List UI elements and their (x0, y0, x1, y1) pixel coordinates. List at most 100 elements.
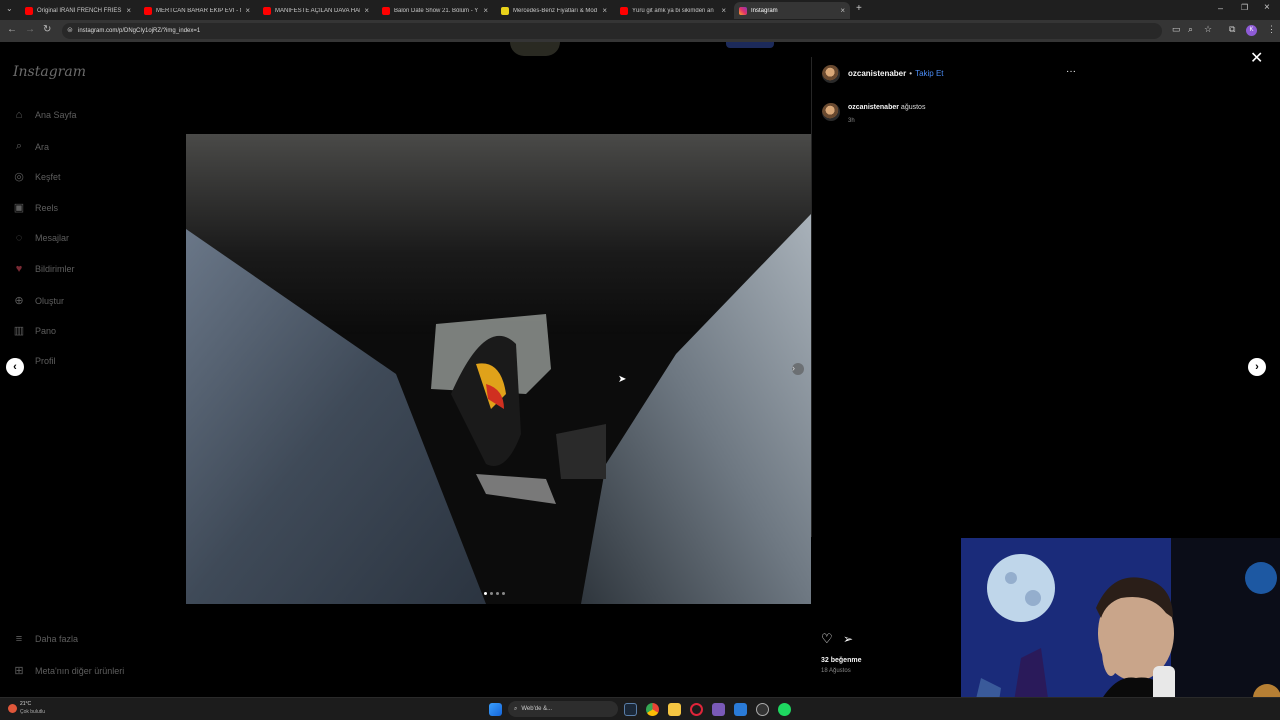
weather-temp: 21°C (20, 701, 32, 707)
sidebar-item-label: Oluştur (35, 295, 65, 306)
reload-icon[interactable]: ↻ (43, 24, 51, 35)
previous-post-button[interactable]: ‹ (6, 358, 24, 376)
extensions-icon[interactable]: ⧉ (1229, 24, 1235, 35)
caption-avatar[interactable] (822, 103, 840, 121)
author-username[interactable]: ozcanistenaber (848, 69, 906, 78)
background-profile-header (480, 42, 800, 56)
url-field[interactable]: ⊜ instagram.com/p/DNgCIy1ojRZ/?img_index… (62, 23, 1162, 39)
youtube-icon (144, 6, 152, 15)
windows-taskbar: 21°C Çok bulutlu ⌕ Web'de &... (0, 697, 1280, 720)
forward-icon[interactable]: → (25, 24, 35, 35)
sidebar-item-create[interactable]: ⊕ Oluştur (12, 294, 64, 307)
close-tab-icon[interactable]: × (602, 6, 607, 15)
sidebar-item-reels[interactable]: ▣ Reels (12, 201, 58, 214)
browser-tab-active[interactable]: Instagram × (734, 2, 850, 19)
post-actions: ♡ ➢ 32 beğenme 18 Ağustos (811, 537, 961, 683)
tab-label: Mercedes-Benz Fiyatları & Mod (513, 7, 598, 14)
search-label: Web'de &... (521, 706, 553, 712)
caption-username[interactable]: ozcanistenaber (848, 104, 899, 111)
close-tab-icon[interactable]: × (721, 6, 726, 15)
bookmark-star-icon[interactable]: ☆ (1204, 24, 1212, 35)
sidebar-item-search[interactable]: ⌕ Ara (12, 140, 49, 153)
sidebar-item-notifications[interactable]: ♥ Bildirimler (12, 263, 75, 275)
weather-widget[interactable]: 21°C Çok bulutlu (8, 700, 45, 716)
browser-tab[interactable]: Original IRANI FRENCH FRIES 🍟 × (20, 2, 136, 19)
sidebar-item-label: Daha fazla (35, 634, 79, 644)
browser-tab[interactable]: Yürü git amk ya bi sikimden an × (615, 2, 731, 19)
close-tab-icon[interactable]: × (245, 6, 250, 15)
browser-tab[interactable]: MANİFESTE AÇILAN DAVA HAK × (258, 2, 374, 19)
post-date: 18 Ağustos (821, 668, 851, 674)
close-tab-icon[interactable]: × (364, 6, 369, 15)
sidebar-item-messages[interactable]: ◌ Mesajlar (12, 232, 69, 244)
tab-label: MANİFESTE AÇILAN DAVA HAK (275, 7, 361, 14)
sidebar-item-more[interactable]: ≡ Daha fazla (12, 633, 78, 645)
image-next-icon[interactable]: › (792, 363, 795, 373)
browser-tab[interactable]: Balon Date Show 21. Bölüm - Y × (377, 2, 493, 19)
mail-icon[interactable] (734, 703, 747, 716)
explore-icon: ◎ (14, 171, 24, 183)
site-info-icon[interactable]: ⊜ (67, 26, 73, 34)
instagram-sidebar: Instagram ⌂ Ana Sayfa ⌕ Ara ◎ Keşfet ▣ Reels… (0, 42, 185, 697)
home-icon: ⌂ (15, 109, 23, 121)
share-send-icon[interactable]: ➢ (843, 632, 853, 646)
sidebar-item-label: Keşfet (35, 171, 61, 182)
like-heart-icon[interactable]: ♡ (821, 631, 833, 647)
likes-count[interactable]: 32 beğenme (821, 657, 861, 664)
zoom-icon[interactable]: ⌕ (1188, 24, 1193, 35)
instagram-logo[interactable]: Instagram (13, 64, 86, 80)
carousel-dots (484, 592, 505, 595)
windows-start-icon[interactable] (489, 703, 502, 716)
minimize-icon[interactable]: – (1218, 3, 1223, 13)
obs-icon[interactable] (756, 703, 769, 716)
sidebar-item-explore[interactable]: ◎ Keşfet (12, 170, 61, 183)
sidebar-item-label: Pano (35, 325, 57, 336)
messages-icon: ◌ (15, 232, 23, 244)
close-window-icon[interactable]: × (1264, 2, 1270, 13)
new-tab-icon[interactable]: + (856, 3, 862, 14)
youtube-icon (620, 6, 628, 15)
close-tab-icon[interactable]: × (483, 6, 488, 15)
close-tab-icon[interactable]: × (840, 6, 845, 15)
sidebar-item-label: Mesajlar (35, 233, 70, 243)
follow-button[interactable]: Takip Et (915, 69, 943, 78)
install-app-icon[interactable]: ▭ (1172, 24, 1181, 35)
mercedes-site-icon (501, 6, 509, 15)
more-options-icon[interactable]: ··· (1066, 66, 1076, 77)
spotify-icon[interactable] (778, 703, 791, 716)
browser-tab[interactable]: Mercedes-Benz Fiyatları & Mod × (496, 2, 612, 19)
sidebar-item-home[interactable]: ⌂ Ana Sayfa (12, 109, 77, 121)
steam-icon[interactable] (624, 703, 637, 716)
back-icon[interactable]: ← (7, 24, 17, 35)
search-icon: ⌕ (514, 705, 518, 712)
url-text: instagram.com/p/DNgCIy1ojRZ/?img_index=1 (78, 28, 201, 34)
tab-label: Balon Date Show 21. Bölüm - Y (394, 7, 479, 14)
sidebar-item-meta[interactable]: ⊞ Meta'nın diğer ürünleri (12, 664, 124, 677)
close-modal-icon[interactable]: ✕ (1250, 48, 1263, 68)
mouse-cursor: ➤ (618, 374, 627, 385)
restore-icon[interactable]: ❐ (1241, 3, 1248, 12)
weather-icon (8, 703, 17, 713)
browser-tab[interactable]: MERTCAN BAHAR EKİP EVİ - M × (139, 2, 255, 19)
webcam-overlay (961, 538, 1280, 720)
instagram-icon (739, 6, 747, 15)
opera-icon[interactable] (690, 703, 703, 716)
weather-desc: Çok bulutlu (20, 709, 46, 715)
tab-label: Instagram (751, 7, 778, 14)
file-explorer-icon[interactable] (668, 703, 681, 716)
chrome-icon[interactable] (646, 703, 659, 716)
next-post-button[interactable]: › (1248, 358, 1266, 376)
sidebar-item-label: Ana Sayfa (35, 110, 77, 120)
post-header: ozcanistenaber • Takip Et (848, 69, 944, 78)
photo-legs-in-car (186, 134, 811, 604)
close-tab-icon[interactable]: × (126, 6, 131, 15)
profile-avatar[interactable]: K (1246, 25, 1257, 36)
app-icon[interactable] (712, 703, 725, 716)
caption-text: ağustos (900, 104, 926, 111)
sidebar-item-dashboard[interactable]: ▥ Pano (12, 324, 56, 337)
browser-menu-icon[interactable]: ⋮ (1267, 24, 1276, 35)
tab-search-icon[interactable]: ⌄ (6, 4, 13, 13)
author-avatar[interactable] (822, 65, 840, 83)
post-image[interactable]: › ➤ (186, 134, 811, 604)
taskbar-search[interactable]: ⌕ Web'de &... (508, 701, 618, 717)
